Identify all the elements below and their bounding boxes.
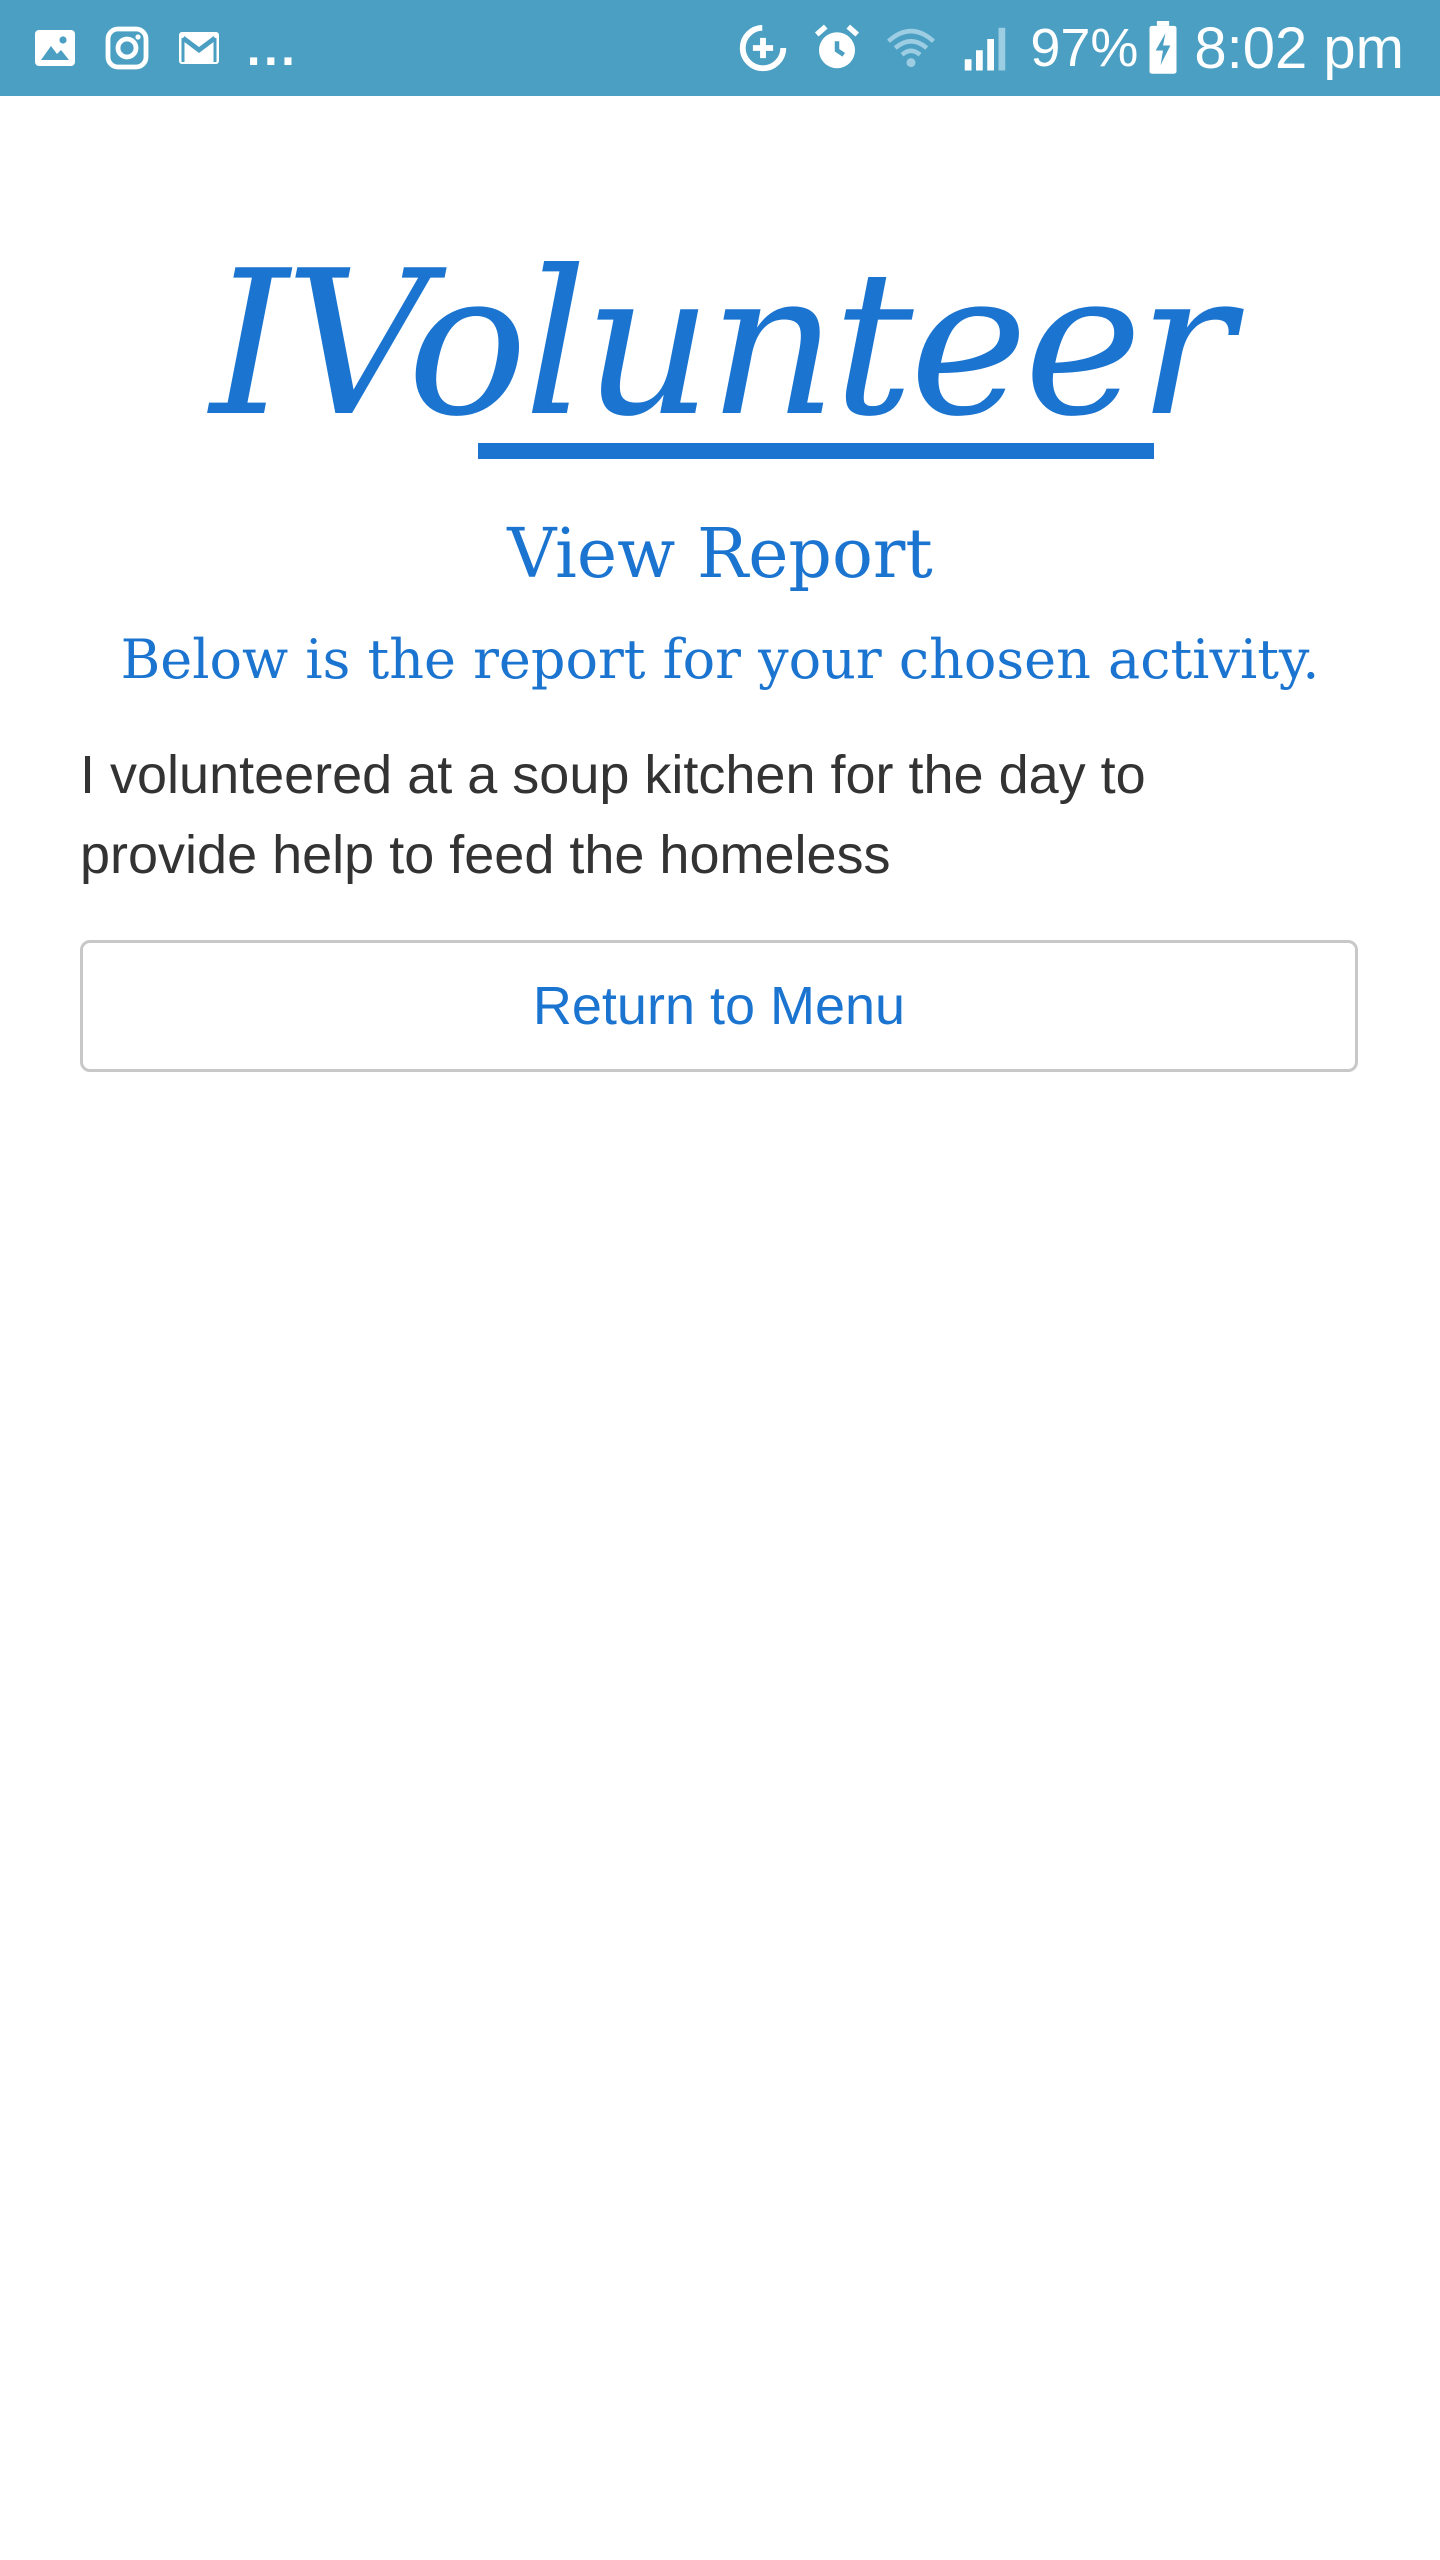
gallery-icon — [30, 23, 80, 73]
battery-percentage: 97% — [1030, 18, 1139, 78]
status-bar-clock: 8:02 pm — [1194, 15, 1404, 81]
more-notifications-indicator: ... — [246, 29, 298, 75]
signal-icon — [958, 21, 1012, 75]
status-bar: ... 97% 8:02 pm — [0, 0, 1440, 96]
data-saver-icon — [736, 21, 790, 75]
alarm-icon — [810, 21, 864, 75]
status-bar-notifications: ... — [30, 0, 298, 96]
wifi-icon — [884, 21, 938, 75]
page-title: View Report — [507, 515, 933, 594]
battery-charging-icon — [1148, 21, 1178, 75]
app-logo: IVolunteer — [0, 220, 1440, 470]
return-to-menu-label: Return to Menu — [532, 976, 906, 1036]
return-to-menu-button[interactable]: Return to Menu — [80, 940, 1358, 1072]
instagram-icon — [102, 23, 152, 73]
report-text: I volunteered at a soup kitchen for the … — [80, 745, 1146, 885]
gmail-icon — [174, 23, 224, 73]
app-logo-text: IVolunteer — [210, 228, 1234, 461]
status-bar-system: 97% 8:02 pm — [716, 0, 1404, 96]
page-subtitle: Below is the report for your chosen acti… — [120, 628, 1320, 691]
logo-underline — [478, 443, 1154, 459]
